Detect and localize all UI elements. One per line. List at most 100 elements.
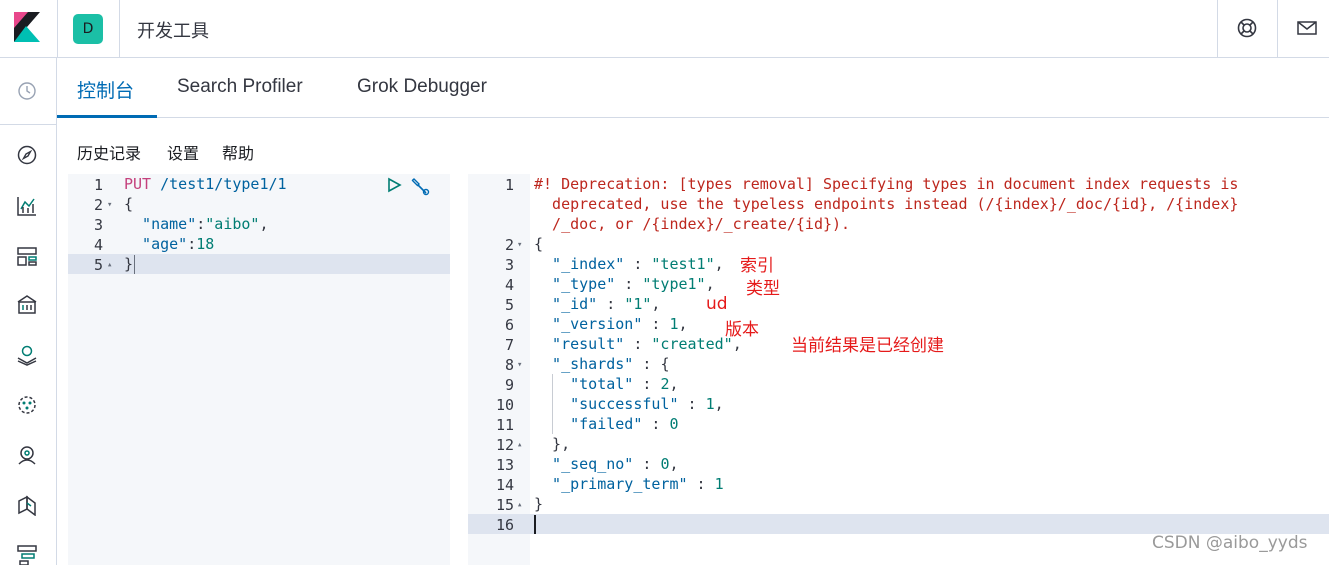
brace: { xyxy=(534,235,544,253)
code-line: }, xyxy=(534,434,570,454)
fold-toggle[interactable]: ▴ xyxy=(517,440,522,450)
json-key: "_id" xyxy=(534,295,598,313)
code-line: "_seq_no" : 0, xyxy=(534,454,679,474)
maps-icon[interactable] xyxy=(16,344,38,366)
play-icon[interactable] xyxy=(386,177,402,193)
colon: : xyxy=(187,235,197,253)
brace: } xyxy=(534,495,544,513)
comma: , xyxy=(669,455,679,473)
line-number: 1 xyxy=(504,176,514,194)
history-link[interactable]: 历史记录 xyxy=(77,140,141,164)
apm-icon[interactable] xyxy=(16,544,38,565)
tab-grok-debugger[interactable]: Grok Debugger xyxy=(357,76,487,98)
fold-toggle[interactable]: ▴ xyxy=(517,500,522,510)
line-number: 4 xyxy=(504,276,514,294)
fold-toggle[interactable]: ▾ xyxy=(107,200,112,210)
json-key: "successful" xyxy=(534,395,679,413)
json-value: "test1" xyxy=(651,255,715,273)
response-editor[interactable]: 1 2 ▾ 3 4 5 6 7 8 ▾ 9 10 11 12 ▴ 13 14 1… xyxy=(468,174,1329,565)
discover-compass-icon[interactable] xyxy=(16,144,38,166)
request-url: /test1/type1/1 xyxy=(151,175,287,193)
line-number: 4 xyxy=(93,236,103,254)
line-number: 6 xyxy=(504,316,514,334)
line-number: 7 xyxy=(504,336,514,354)
json-value: 0 xyxy=(669,415,679,433)
logs-icon[interactable] xyxy=(16,494,38,516)
line-number: 8 xyxy=(504,356,514,374)
app-title: 开发工具 xyxy=(137,21,209,42)
separator: : xyxy=(633,455,661,473)
metrics-icon[interactable] xyxy=(16,444,38,466)
visualize-chart-icon[interactable] xyxy=(16,195,38,217)
canvas-icon[interactable] xyxy=(16,294,38,316)
settings-link[interactable]: 设置 xyxy=(167,140,199,164)
tab-console[interactable]: 控制台 xyxy=(77,76,134,103)
brace: }, xyxy=(534,435,571,453)
json-key: "name" xyxy=(124,215,197,233)
comma: , xyxy=(651,295,661,313)
tab-search-profiler[interactable]: Search Profiler xyxy=(177,76,303,98)
fold-toggle[interactable]: ▴ xyxy=(107,260,112,270)
recent-icon[interactable] xyxy=(16,80,38,102)
line-number: 13 xyxy=(495,456,514,474)
json-value: 1 xyxy=(669,315,679,333)
http-method: PUT xyxy=(124,175,152,193)
code-line: "_version" : 1, xyxy=(534,314,687,334)
comma: , xyxy=(259,215,269,233)
wrench-icon[interactable] xyxy=(410,176,430,196)
separator: : xyxy=(633,355,661,373)
ml-icon[interactable] xyxy=(16,394,38,416)
json-key: "total" xyxy=(534,375,634,393)
text-cursor xyxy=(534,515,536,534)
separator: : xyxy=(678,395,706,413)
dashboard-icon[interactable] xyxy=(16,245,38,267)
line-number: 16 xyxy=(495,516,514,534)
header-divider xyxy=(1277,0,1278,58)
nav-divider xyxy=(0,124,57,125)
separator: : xyxy=(624,255,652,273)
json-value: "created" xyxy=(651,335,733,353)
top-header: D 开发工具 xyxy=(0,0,1329,58)
json-value: 1 xyxy=(705,395,715,413)
colon: : xyxy=(196,215,206,233)
code-line: "total" : 2, xyxy=(534,374,678,394)
brace: { xyxy=(124,195,134,213)
code-line: "age":18 xyxy=(124,234,214,254)
annotation-index: 索引 xyxy=(740,256,774,276)
active-line-highlight xyxy=(468,514,1329,534)
separator: : xyxy=(633,375,661,393)
annotation-version: 版本 xyxy=(725,320,759,340)
line-number: 11 xyxy=(495,416,514,434)
devtools-tabs: 控制台 Search Profiler Grok Debugger xyxy=(57,58,1329,118)
fold-toggle[interactable]: ▾ xyxy=(517,240,522,250)
code-line: { xyxy=(124,194,133,214)
code-line: "_primary_term" : 1 xyxy=(534,474,724,494)
line-number: 1 xyxy=(93,176,103,194)
request-editor[interactable]: 1 2 ▾ 3 4 5 ▴ PUT /test1/type1/1 { "name… xyxy=(68,174,450,565)
line-number: 9 xyxy=(504,376,514,394)
help-link[interactable]: 帮助 xyxy=(222,140,254,164)
mail-icon[interactable] xyxy=(1296,17,1318,39)
kibana-logo-icon[interactable] xyxy=(14,12,40,42)
code-line: } xyxy=(124,254,133,274)
json-key: "_index" xyxy=(534,255,625,273)
annotation-id: ud xyxy=(706,294,728,314)
annotation-result: 当前结果是已经创建 xyxy=(791,336,944,356)
fold-toggle[interactable]: ▾ xyxy=(517,360,522,370)
code-line: "name":"aibo", xyxy=(124,214,269,234)
comma: , xyxy=(714,395,724,413)
text-cursor xyxy=(134,255,135,274)
json-value: 1 xyxy=(714,475,724,493)
comma: , xyxy=(705,275,715,293)
lifebuoy-icon[interactable] xyxy=(1236,17,1258,39)
code-line: "failed" : 0 xyxy=(534,414,679,434)
line-number: 5 xyxy=(93,256,103,274)
json-key: "result" xyxy=(534,335,625,353)
json-key: "_version" xyxy=(534,315,643,333)
space-avatar[interactable]: D xyxy=(73,14,103,44)
brace: } xyxy=(124,255,134,273)
line-number: 10 xyxy=(495,396,514,414)
separator: : xyxy=(642,415,670,433)
code-line: { xyxy=(534,234,543,254)
header-divider xyxy=(57,0,58,58)
